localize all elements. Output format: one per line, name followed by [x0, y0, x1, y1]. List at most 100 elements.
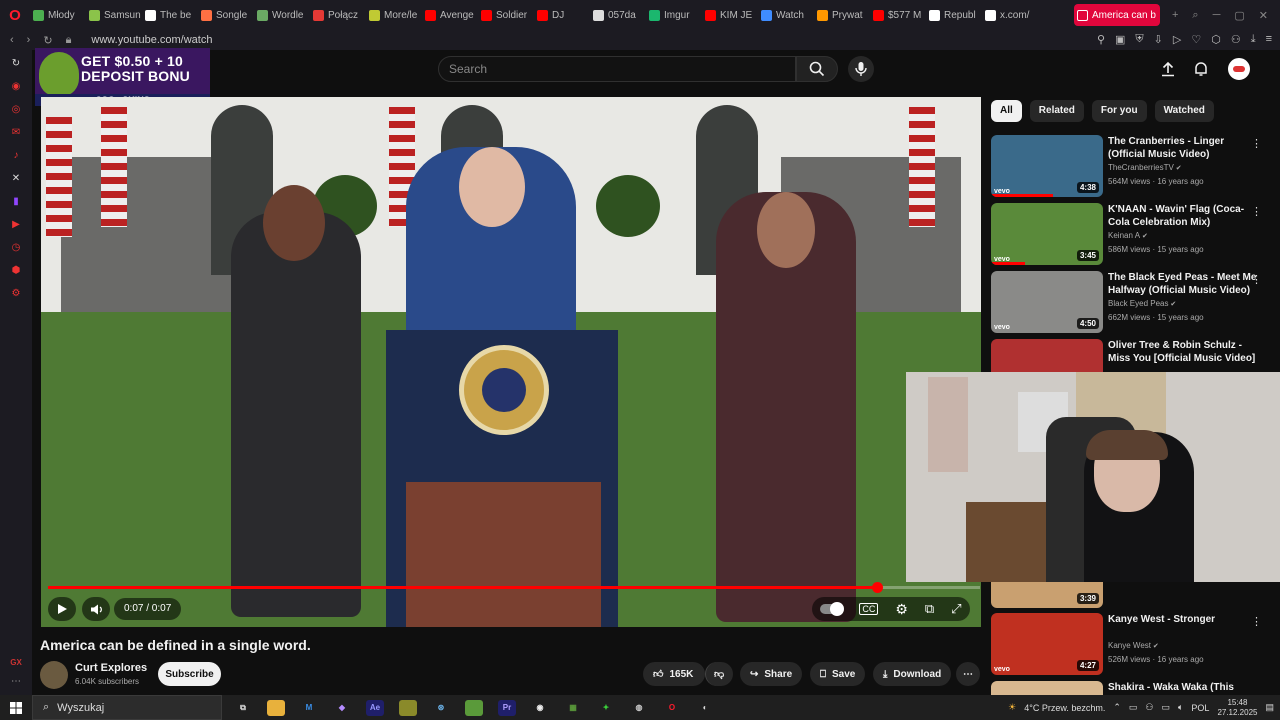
extensions-icon[interactable]: ⬡: [1211, 33, 1221, 46]
menu-icon[interactable]: ≡: [1266, 33, 1272, 46]
recommendation-title[interactable]: The Black Eyed Peas - Meet Me Halfway (O…: [1108, 271, 1258, 297]
app-record-icon[interactable]: ◐: [696, 700, 714, 716]
chip-for-you[interactable]: For you: [1091, 100, 1147, 122]
new-tab-icon[interactable]: +: [1172, 9, 1178, 22]
dislike-button[interactable]: 👎︎: [705, 662, 733, 686]
tab[interactable]: Imgur: [646, 4, 702, 26]
recommendation-title[interactable]: Kanye West - Stronger: [1108, 613, 1258, 626]
snapshot-icon[interactable]: ▣: [1115, 33, 1125, 46]
recommendation-thumbnail[interactable]: vevo 4:50: [991, 271, 1103, 333]
play-icon[interactable]: ▷: [1173, 33, 1181, 46]
weather-text[interactable]: 4°C Przew. bezchm.: [1024, 703, 1105, 713]
captions-icon[interactable]: CC: [859, 603, 879, 615]
recommendation-thumbnail[interactable]: [991, 681, 1103, 695]
network-icon[interactable]: ▭: [1162, 702, 1171, 713]
download-page-icon[interactable]: ⇩: [1154, 33, 1163, 46]
more-vertical-icon[interactable]: ⋮: [1251, 273, 1262, 286]
chip-related[interactable]: Related: [1029, 100, 1084, 122]
notifications-tray-icon[interactable]: ▤: [1265, 702, 1274, 713]
download-button[interactable]: ⤓ Download: [873, 662, 952, 686]
recommendation-title[interactable]: The Cranberries - Linger (Official Music…: [1108, 135, 1258, 161]
tab[interactable]: x.com/: [982, 4, 1038, 26]
settings-gear-icon[interactable]: ⚙: [895, 601, 908, 618]
tab[interactable]: More/le: [366, 4, 422, 26]
gx-corner-icon[interactable]: ◎: [9, 102, 23, 116]
music-icon[interactable]: ♪: [9, 148, 23, 162]
recommendation-channel[interactable]: Keinan A ✔: [1108, 231, 1148, 240]
taskbar-clock[interactable]: 15:48 27.12.2025: [1217, 698, 1257, 718]
game-icon[interactable]: [399, 699, 417, 716]
minecraft-icon[interactable]: ▦: [564, 700, 582, 716]
tab-active[interactable]: America can b: [1073, 4, 1160, 26]
miniplayer-icon[interactable]: ⧉: [925, 601, 934, 617]
video-player[interactable]: [41, 97, 981, 627]
tab[interactable]: Watch: [758, 4, 814, 26]
progress-bar[interactable]: [48, 582, 980, 593]
language-indicator[interactable]: POL: [1191, 703, 1209, 713]
like-button[interactable]: 👍︎ 165K: [643, 662, 705, 686]
obsidian-icon[interactable]: ◆: [333, 700, 351, 716]
app-m-icon[interactable]: M: [300, 700, 318, 716]
more-vertical-icon[interactable]: ⋮: [1251, 205, 1262, 218]
forward-icon[interactable]: ›: [27, 34, 31, 47]
tab[interactable]: Republ: [926, 4, 982, 26]
close-window-icon[interactable]: ✕: [1259, 9, 1268, 22]
volume-button[interactable]: [82, 597, 110, 621]
premiere-icon[interactable]: Pr: [498, 699, 516, 716]
recommendation-channel[interactable]: Black Eyed Peas ✔: [1108, 299, 1176, 308]
start-button[interactable]: [0, 695, 32, 720]
opera-gx-logo-icon[interactable]: O: [0, 0, 30, 30]
notifications-button[interactable]: [1192, 60, 1210, 78]
recommendation-channel[interactable]: Kanye West ✔: [1108, 641, 1159, 650]
channel-name[interactable]: Curt Explores: [75, 662, 147, 674]
tab[interactable]: Soldier: [478, 4, 534, 26]
taskbar-search[interactable]: ⌕ Wyszukaj: [32, 695, 222, 720]
tray-chevron-icon[interactable]: ⌃: [1113, 702, 1121, 713]
history-icon[interactable]: ◷: [9, 240, 23, 254]
heart-icon[interactable]: ♡: [1191, 33, 1201, 46]
recommendation-item[interactable]: Shakira - Waka Waka (This Time: [991, 681, 1276, 695]
voice-search-button[interactable]: [848, 56, 874, 82]
obs-icon[interactable]: ◉: [531, 700, 549, 716]
save-button[interactable]: ⎕ Save: [810, 662, 866, 686]
tab[interactable]: Młody: [30, 4, 86, 26]
player-icon[interactable]: ▶: [9, 217, 23, 231]
account-avatar[interactable]: [1228, 58, 1250, 80]
tab[interactable]: Wordle: [254, 4, 310, 26]
x-twitter-icon[interactable]: ✕: [9, 171, 23, 185]
share-button[interactable]: ↪ Share: [740, 662, 803, 686]
file-explorer-icon[interactable]: [267, 699, 285, 716]
tab[interactable]: The be: [142, 4, 198, 26]
back-icon[interactable]: ‹: [10, 34, 14, 47]
downloads-icon[interactable]: ⤓: [1251, 33, 1256, 46]
recommendation-thumbnail[interactable]: vevo 3:45: [991, 203, 1103, 265]
notepad-icon[interactable]: [465, 699, 483, 716]
recommendation-title[interactable]: K'NAAN - Wavin' Flag (Coca-Cola Celebrat…: [1108, 203, 1258, 229]
channel-avatar[interactable]: [40, 661, 68, 689]
twitch-icon[interactable]: ▮: [9, 194, 23, 208]
after-effects-icon[interactable]: Ae: [366, 699, 384, 716]
profile-icon[interactable]: ⚇: [1231, 33, 1241, 46]
more-vertical-icon[interactable]: ⋮: [1251, 615, 1262, 628]
opera-gx-taskbar-icon[interactable]: O: [663, 700, 681, 716]
search-tabs-icon[interactable]: ⌕: [1192, 9, 1198, 22]
url-field[interactable]: www.youtube.com/watch: [91, 34, 212, 46]
subscribe-button[interactable]: Subscribe: [158, 662, 221, 686]
tab[interactable]: Songle: [198, 4, 254, 26]
more-icon[interactable]: ⋯: [11, 676, 21, 687]
recommendation-item[interactable]: vevo 4:50 The Black Eyed Peas - Meet Me Ha…: [991, 271, 1276, 335]
tab[interactable]: DJ: [534, 4, 590, 26]
recommendation-thumbnail[interactable]: vevo 4:27: [991, 613, 1103, 675]
chip-all[interactable]: All: [991, 100, 1022, 122]
razer-icon[interactable]: ✦: [597, 700, 615, 716]
upload-button[interactable]: [1159, 60, 1177, 78]
search-input[interactable]: Search: [438, 56, 796, 82]
recommendation-channel[interactable]: TheCranberriesTV ✔: [1108, 163, 1182, 172]
messenger-icon[interactable]: ✉: [9, 125, 23, 139]
speaker-icon[interactable]: 🔈︎: [1178, 702, 1183, 713]
tray-app-icon[interactable]: ⚇: [1145, 702, 1153, 713]
tray-app-icon[interactable]: ▭: [1129, 702, 1138, 713]
more-actions-button[interactable]: ⋯: [956, 662, 980, 686]
tab[interactable]: Samsun: [86, 4, 142, 26]
tab[interactable]: Prywat: [814, 4, 870, 26]
